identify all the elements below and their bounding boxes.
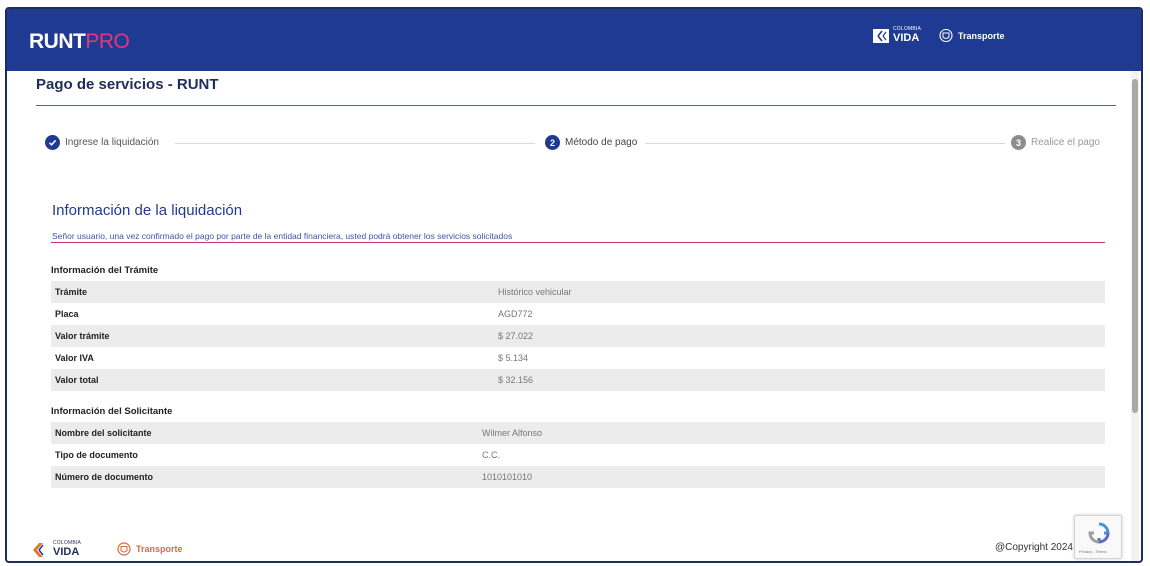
row-label: Tipo de documento (55, 450, 138, 460)
step-label: Ingrese la liquidación (65, 137, 159, 148)
row-label: Valor total (55, 375, 99, 385)
row-value: AGD772 (498, 309, 533, 319)
table-row: Nombre del solicitante Wilmer Alfonso (51, 422, 1105, 444)
recaptcha-badge[interactable]: Privacy - Terms (1074, 515, 1122, 559)
transporte-logo: Transporte (939, 28, 1005, 43)
page-title: Pago de servicios - RUNT (36, 76, 219, 93)
table-row: Tipo de documento C.C. (51, 444, 1105, 466)
colombia-vida-logo: COLOMBIA VIDA (873, 27, 921, 44)
row-value: $ 32.156 (498, 375, 534, 385)
app-window: RUNTPRO COLOMBIA VIDA Transporte Pago de… (5, 7, 1143, 563)
tramite-table: Trámite Histórico vehicular Placa AGD772… (51, 281, 1105, 391)
coat-of-arms-icon (117, 542, 131, 556)
transporte-text: Transporte (958, 30, 1005, 41)
header-badges: COLOMBIA VIDA Transporte (873, 27, 1005, 44)
row-value: Histórico vehicular (498, 287, 572, 297)
step-number-badge: 3 (1011, 135, 1026, 150)
row-label: Valor IVA (55, 353, 94, 363)
step-label: Método de pago (565, 137, 638, 148)
colombia-vida-icon (873, 28, 889, 43)
stepper-connector (645, 143, 1005, 144)
table-row: Valor total $ 32.156 (51, 369, 1105, 391)
table-row: Valor trámite $ 27.022 (51, 325, 1105, 347)
table-row: Número de documento 1010101010 (51, 466, 1105, 488)
section-divider (51, 242, 1105, 243)
payment-stepper: Ingrese la liquidación 2 Método de pago … (45, 135, 1107, 153)
footer-transporte-logo[interactable]: Transporte (117, 541, 183, 557)
table-row: Valor IVA $ 5.134 (51, 347, 1105, 369)
runt-pro-logo[interactable]: RUNTPRO (29, 30, 130, 54)
colombia-vida-icon (29, 541, 49, 558)
table-row: Trámite Histórico vehicular (51, 281, 1105, 303)
row-value: C.C. (482, 450, 500, 460)
section-title: Información de la liquidación (52, 202, 243, 219)
vida-text: VIDA (53, 546, 80, 558)
row-value: Wilmer Alfonso (482, 428, 543, 438)
stepper-connector (175, 143, 535, 144)
section-subtitle: Señor usuario, una vez confirmado el pag… (52, 231, 513, 241)
row-label: Placa (55, 309, 79, 319)
vertical-scrollbar[interactable] (1131, 71, 1139, 561)
tramite-heading: Información del Trámite (51, 265, 159, 276)
solicitante-heading: Información del Solicitante (51, 406, 173, 417)
coat-of-arms-icon (939, 28, 953, 43)
solicitante-table: Nombre del solicitante Wilmer Alfonso Ti… (51, 422, 1105, 488)
step-metodo-pago[interactable]: 2 Método de pago (541, 135, 644, 150)
row-label: Valor trámite (55, 331, 110, 341)
vida-text: VIDA (893, 32, 920, 44)
row-value: $ 27.022 (498, 331, 534, 341)
recaptcha-links[interactable]: Privacy - Terms (1079, 549, 1106, 554)
row-label: Número de documento (55, 472, 154, 482)
step-ingrese-liquidacion[interactable]: Ingrese la liquidación (45, 135, 165, 150)
step-label: Realice el pago (1031, 137, 1100, 148)
step-number-badge: 2 (545, 135, 560, 150)
footer-colombia-vida-logo[interactable]: COLOMBIA VIDA (29, 541, 81, 558)
step-realice-pago[interactable]: 3 Realice el pago (1007, 135, 1106, 150)
row-value: 1010101010 (482, 472, 533, 482)
table-row: Placa AGD772 (51, 303, 1105, 325)
row-label: Trámite (55, 287, 88, 297)
recaptcha-icon (1088, 522, 1110, 544)
row-label: Nombre del solicitante (55, 428, 152, 438)
transporte-text: Transporte (136, 544, 183, 554)
scrollbar-thumb[interactable] (1132, 79, 1138, 413)
copyright-text: @Copyright 2024 R (995, 542, 1083, 553)
check-icon (45, 135, 60, 150)
row-value: $ 5.134 (498, 353, 529, 363)
title-divider (36, 105, 1116, 106)
top-header: RUNTPRO COLOMBIA VIDA Transporte (7, 9, 1141, 71)
